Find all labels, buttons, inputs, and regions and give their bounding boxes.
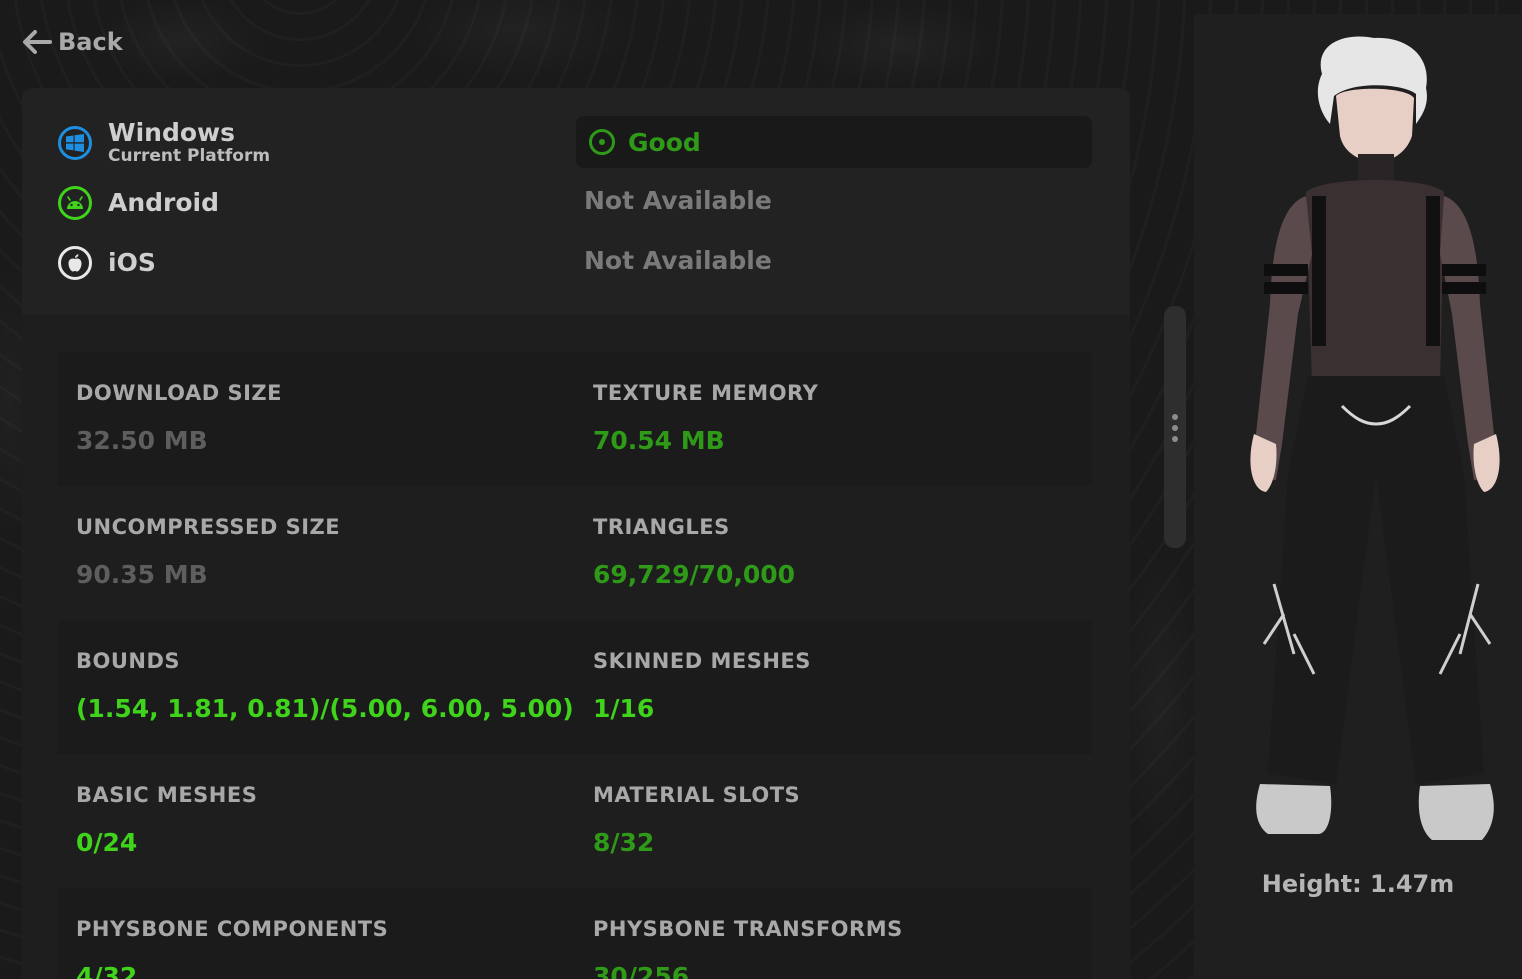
platform-row-windows[interactable]: Windows Current Platform [58,120,270,166]
platform-row-android[interactable]: Android [58,186,219,220]
platform-list: Windows Current Platform Good Android No… [22,88,1130,315]
stat-value: 69,729/70,000 [593,560,796,589]
stats-row: BOUNDS (1.54, 1.81, 0.81)/(5.00, 6.00, 5… [58,620,1092,754]
stat-value: 90.35 MB [76,560,208,589]
scrollbar[interactable] [1164,306,1186,548]
platform-row-ios[interactable]: iOS [58,246,156,280]
stat-triangles: TRIANGLES 69,729/70,000 [575,486,1092,620]
stat-material-slots: MATERIAL SLOTS 8/32 [575,754,1092,888]
arrow-left-icon [23,30,52,54]
stat-label: TEXTURE MEMORY [593,381,819,405]
stat-uncompressed-size: UNCOMPRESSED SIZE 90.35 MB [58,486,575,620]
stat-value: 70.54 MB [593,426,725,455]
stat-label: UNCOMPRESSED SIZE [76,515,341,539]
stat-basic-meshes: BASIC MESHES 0/24 [58,754,575,888]
platform-name: Android [108,188,220,217]
status-label: Good [628,127,701,157]
avatar-model-image [1250,36,1500,840]
stat-skinned-meshes: SKINNED MESHES 1/16 [575,620,1092,754]
avatar-performance-screen: Back Windows Current Platform Good Andro… [0,0,1522,979]
stat-value: 32.50 MB [76,426,208,455]
platform-subtitle: Current Platform [108,146,271,166]
platform-name: Windows [108,118,235,147]
stats-grid: DOWNLOAD SIZE 32.50 MB TEXTURE MEMORY 70… [58,352,1092,979]
stat-download-size: DOWNLOAD SIZE 32.50 MB [58,352,575,486]
stat-value: 1/16 [593,694,655,723]
stat-label: TRIANGLES [593,515,730,539]
scrollbar-grip-icon[interactable] [1172,414,1178,442]
stat-label: DOWNLOAD SIZE [76,381,282,405]
stat-label: PHYSBONE COMPONENTS [76,917,389,941]
apple-icon [58,246,92,280]
stat-value: 4/32 [76,962,138,979]
stats-row: UNCOMPRESSED SIZE 90.35 MB TRIANGLES 69,… [58,486,1092,620]
performance-panel: Windows Current Platform Good Android No… [22,88,1130,979]
stat-label: SKINNED MESHES [593,649,811,673]
back-button[interactable]: Back [22,28,123,56]
stat-bounds: BOUNDS (1.54, 1.81, 0.81)/(5.00, 6.00, 5… [58,620,575,754]
stat-label: MATERIAL SLOTS [593,783,801,807]
stat-label: PHYSBONE TRANSFORMS [593,917,903,941]
stat-value: 30/256 [593,962,690,979]
stat-value: (1.54, 1.81, 0.81)/(5.00, 6.00, 5.00) [76,694,574,723]
platform-name: iOS [108,248,156,277]
windows-icon [58,126,92,160]
avatar-height-label: Height: 1.47m [1261,870,1455,898]
stat-label: BASIC MESHES [76,783,258,807]
status-label-android: Not Available [584,186,772,215]
stat-label: BOUNDS [76,649,181,673]
status-badge-windows: Good [576,116,1092,168]
stats-row: BASIC MESHES 0/24 MATERIAL SLOTS 8/32 [58,754,1092,888]
stats-row: DOWNLOAD SIZE 32.50 MB TEXTURE MEMORY 70… [58,352,1092,486]
android-icon [58,186,92,220]
stat-texture-memory: TEXTURE MEMORY 70.54 MB [575,352,1092,486]
avatar-preview[interactable]: Height: 1.47m [1194,14,1522,979]
back-label: Back [58,28,123,56]
stat-physbone-transforms: PHYSBONE TRANSFORMS 30/256 [575,888,1092,979]
stat-physbone-components: PHYSBONE COMPONENTS 4/32 [58,888,575,979]
status-label-ios: Not Available [584,246,772,275]
stat-value: 0/24 [76,828,138,857]
stats-row: PHYSBONE COMPONENTS 4/32 PHYSBONE TRANSF… [58,888,1092,979]
stat-value: 8/32 [593,828,655,857]
status-good-icon [589,129,615,155]
